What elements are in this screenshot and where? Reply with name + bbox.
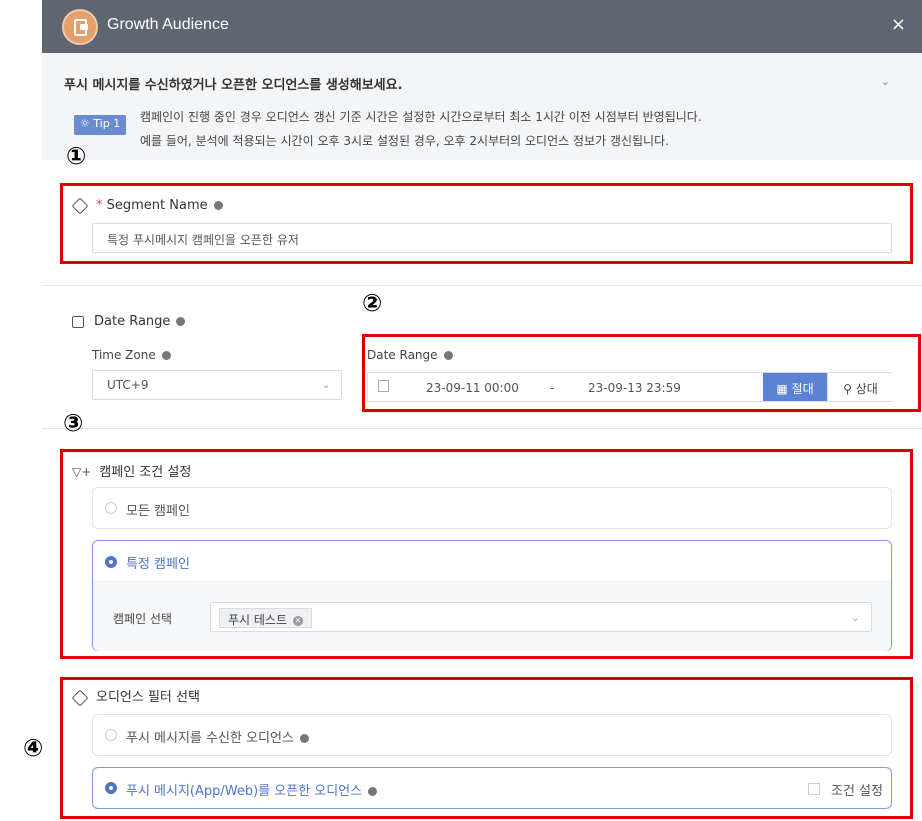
panel-title: Growth Audience (107, 16, 229, 33)
app-icon (62, 9, 98, 45)
close-icon[interactable]: × (891, 14, 906, 35)
info-section: 푸시 메시지를 수신하였거나 오픈한 오디언스를 생성해보세요. ⌄ ☼ Tip… (42, 53, 922, 160)
marker-1: ① (66, 142, 87, 170)
tip-badge: ☼ Tip 1 (74, 115, 127, 135)
info-headline: 푸시 메시지를 수신하였거나 오픈한 오디언스를 생성해보세요. (64, 78, 403, 93)
marker-4: ④ (23, 734, 44, 762)
time-zone-label: Time Zone (92, 348, 171, 362)
lightbulb-icon: ☼ (80, 117, 94, 130)
info-icon[interactable] (161, 351, 171, 360)
calendar-clock-icon (72, 315, 84, 328)
marker-2: ② (362, 289, 383, 317)
highlight-box-1 (60, 183, 913, 264)
date-range-section-label: Date Range (72, 314, 186, 329)
time-zone-select[interactable]: UTC+9 (92, 370, 342, 400)
tip-line-1: 캠페인이 진행 중인 경우 오디언스 갱신 기준 시간은 설정한 시간으로부터 … (140, 110, 702, 124)
chevron-down-icon: ⌄ (322, 380, 331, 391)
chevron-down-icon[interactable]: ⌄ (881, 75, 890, 88)
panel-header: Growth Audience × (42, 0, 922, 53)
highlight-box-3 (60, 449, 913, 659)
highlight-box-2 (362, 334, 921, 412)
highlight-box-4 (60, 677, 913, 819)
marker-3: ③ (63, 409, 84, 437)
divider (42, 285, 922, 286)
tip-line-2: 예를 들어, 분석에 적용되는 시간이 오후 3시로 설정된 경우, 오후 2시… (140, 134, 669, 148)
divider (42, 428, 922, 429)
info-icon[interactable] (176, 317, 186, 326)
